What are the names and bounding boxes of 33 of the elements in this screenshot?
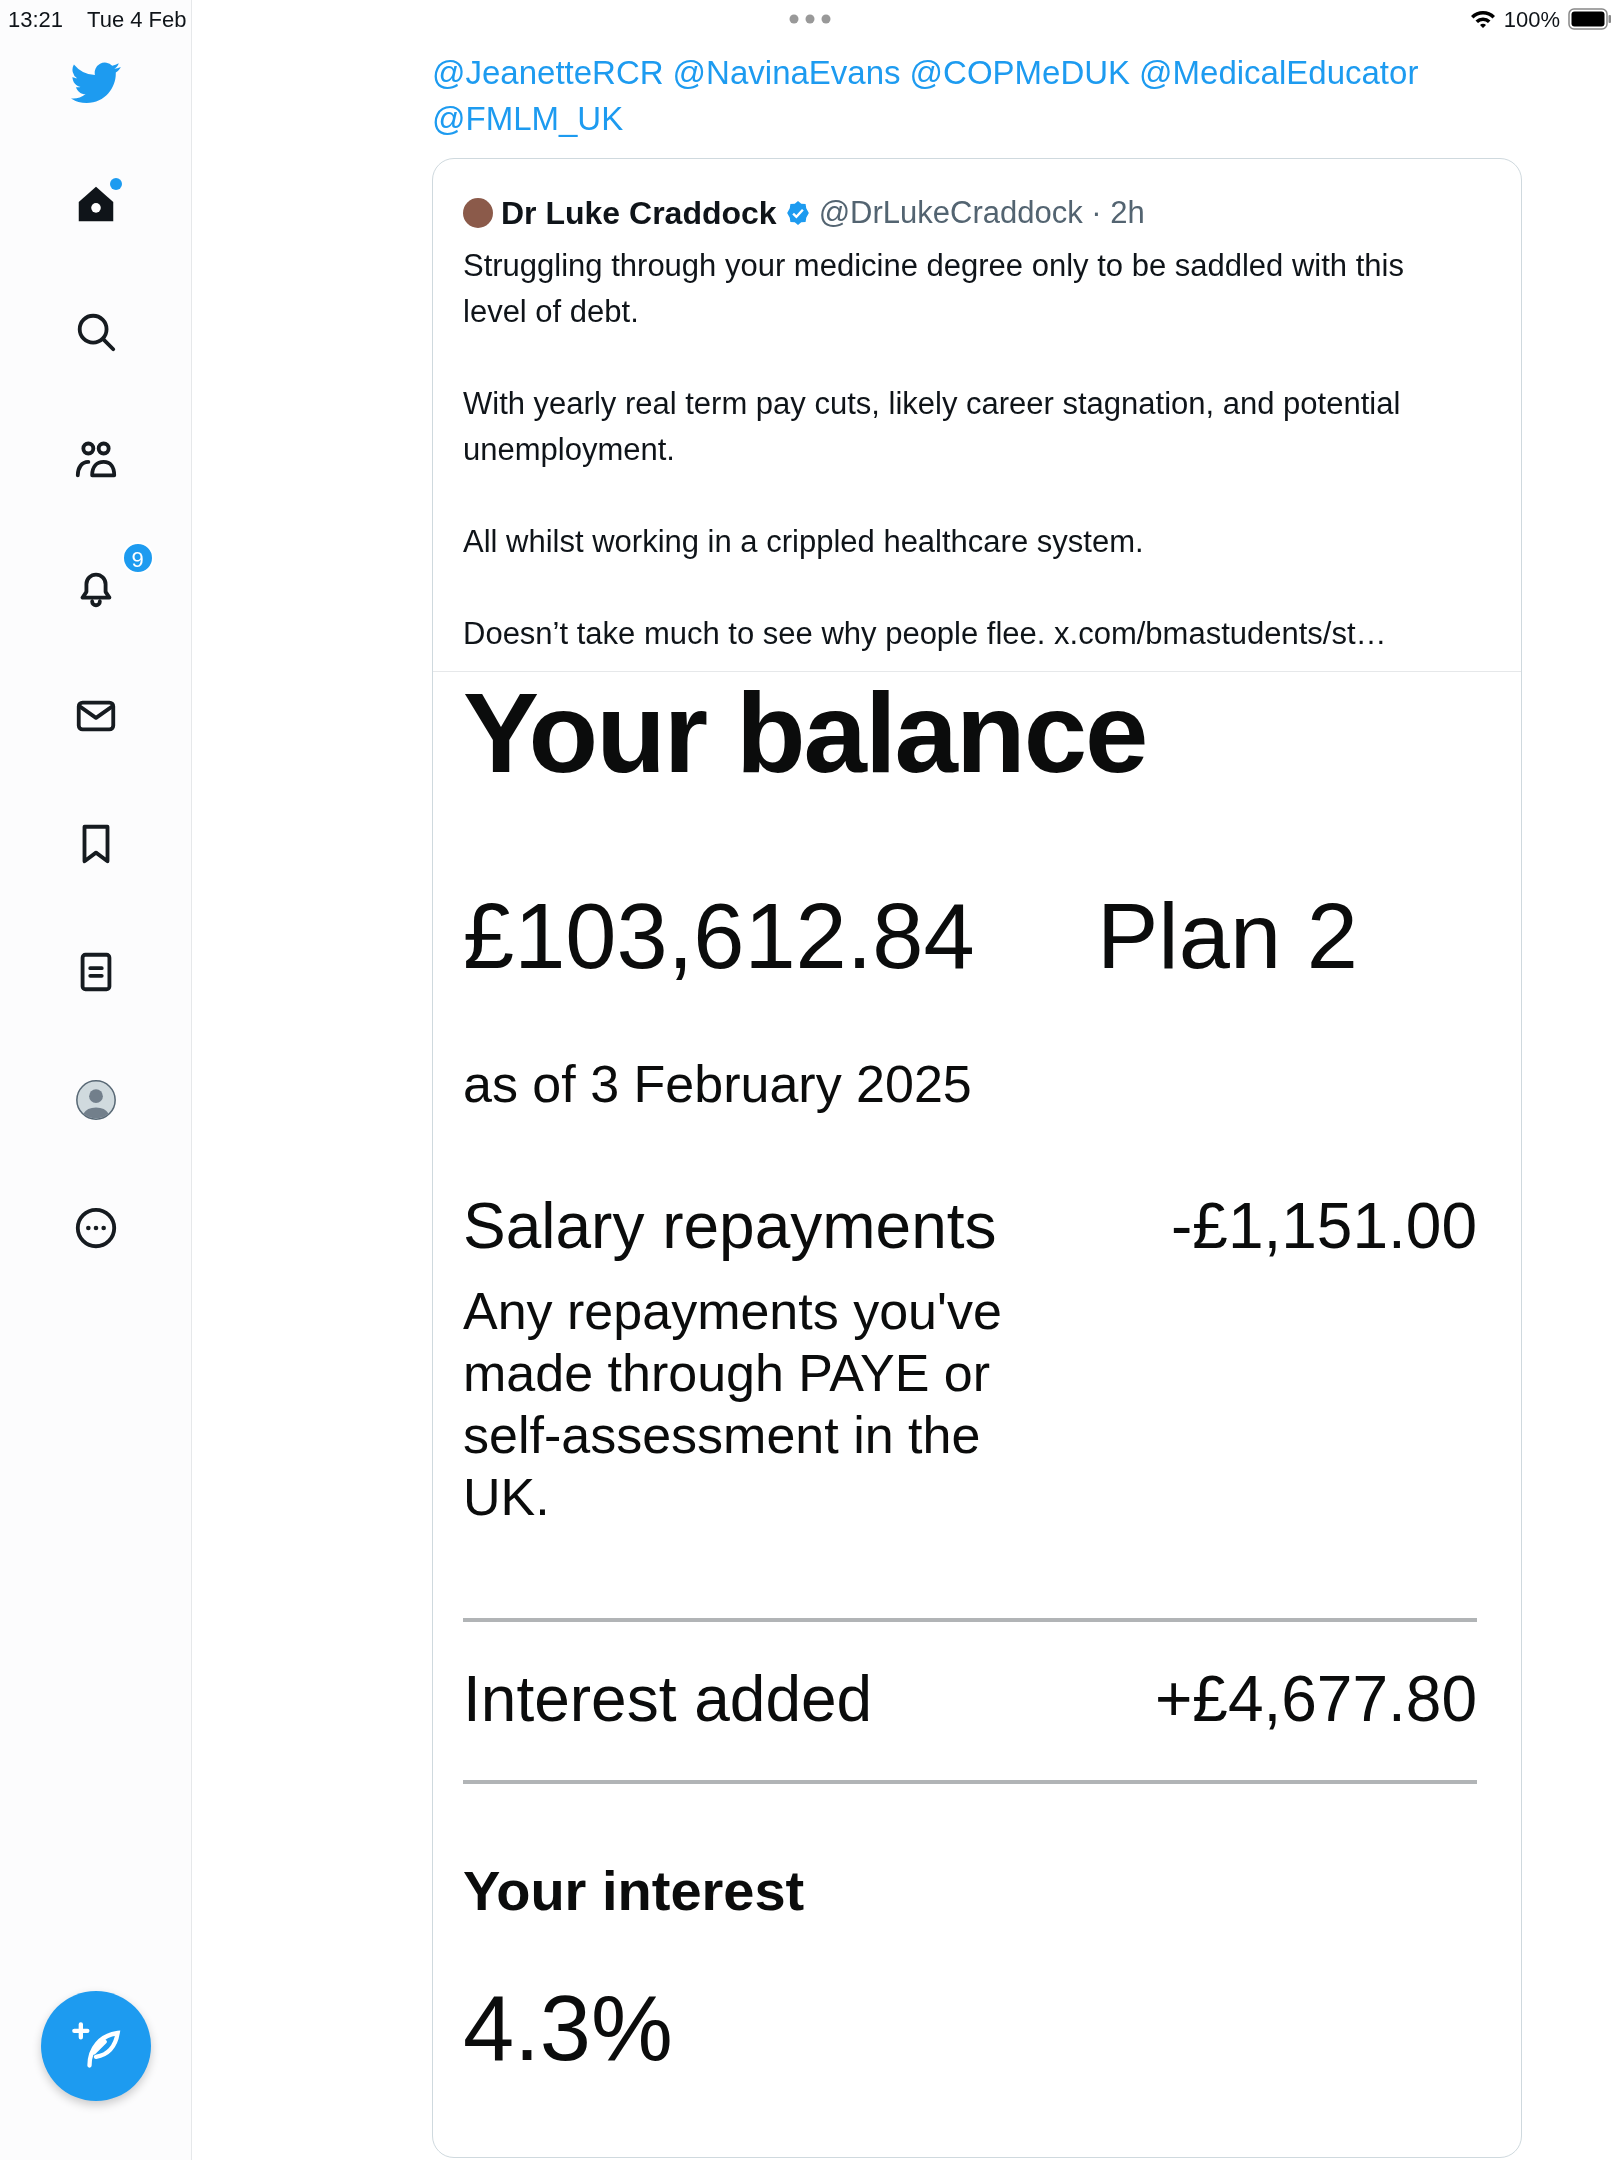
interest-amount: +£4,677.80 — [1154, 1663, 1477, 1734]
avatar-photo-placeholder — [463, 198, 493, 228]
status-time: 13:21 — [8, 5, 64, 34]
mention-link[interactable]: @COPMeDUK — [909, 50, 1131, 96]
repayments-amount: -£1,151.00 — [1170, 1191, 1477, 1262]
tweet-text: Struggling through your medicine degree only to be saddled with this level of debt. — [463, 247, 1405, 331]
tweet-meta: @DrLukeCraddock · 2h — [818, 193, 1145, 232]
tweet-text: All whilst working in a crippled healthcare system. — [463, 523, 1145, 561]
mention-link[interactable]: @FMLM_UK — [432, 96, 624, 142]
status-date: Tue 4 Feb — [87, 5, 187, 34]
bird-logo-icon[interactable] — [70, 62, 121, 104]
interest-rate: 4.3% — [463, 1981, 674, 2074]
dots-icon — [788, 14, 832, 24]
mention-link[interactable]: @JeanetteRCR — [432, 50, 664, 96]
quoted-tweet-card[interactable] — [432, 158, 1522, 2158]
plan-label: Plan 2 — [1097, 890, 1358, 982]
balance-amount: £103,612.84 — [463, 890, 976, 982]
repayments-description: Any repayments you've made through PAYE or self-assessment in the UK. — [463, 1280, 1003, 1528]
balance-date: as of 3 February 2025 — [463, 1056, 973, 1114]
interest-label: Interest added — [463, 1663, 873, 1734]
author-name: Dr Luke Craddock — [501, 194, 777, 233]
wifi-icon — [1469, 9, 1496, 29]
battery-icon — [1568, 8, 1612, 30]
balance-heading: Your balance — [463, 676, 1148, 790]
mention-link[interactable]: @NavinaEvans — [672, 50, 901, 96]
repayments-label: Salary repayments — [463, 1191, 997, 1262]
notification-badge: 9 — [121, 542, 154, 574]
compose-button[interactable] — [40, 1991, 151, 2101]
tweet-text: Doesn’t take much to see why people flee. x.com/bmastudents/st… — [463, 615, 1388, 653]
mention-link[interactable]: @MedicalEducator — [1139, 50, 1419, 96]
interest-heading: Your interest — [463, 1859, 806, 1922]
battery-level: 100% — [1503, 5, 1560, 34]
tweet-text: With yearly real term pay cuts, likely career stagnation, and potential unemployment. — [463, 385, 1402, 469]
